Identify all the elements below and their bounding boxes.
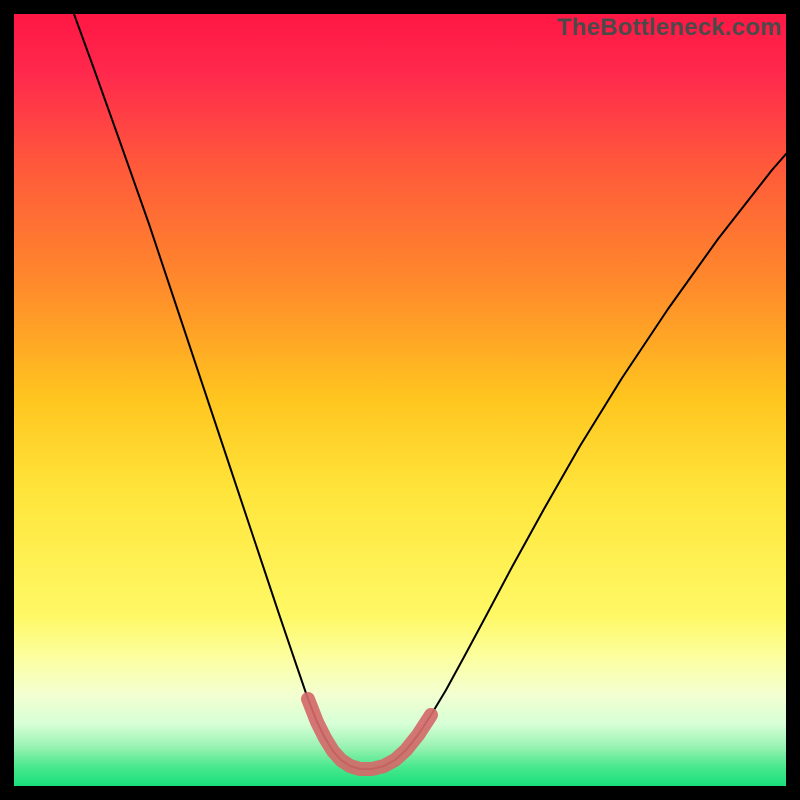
gradient-background bbox=[14, 14, 786, 786]
chart-svg bbox=[14, 14, 786, 786]
watermark-text: TheBottleneck.com bbox=[557, 14, 782, 42]
plot-area bbox=[14, 14, 786, 786]
outer-frame: TheBottleneck.com bbox=[0, 0, 800, 800]
